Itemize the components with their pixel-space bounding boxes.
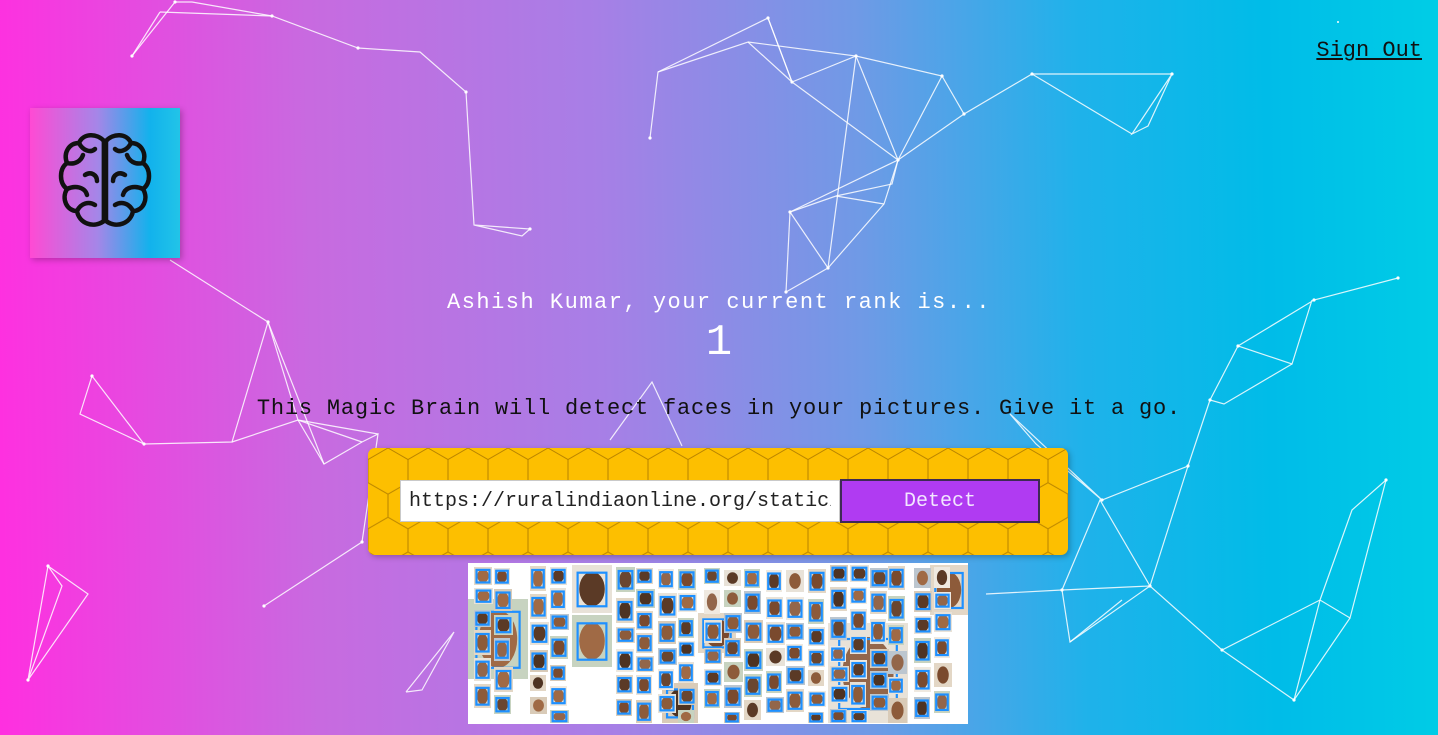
rank-value: 1 (705, 318, 733, 368)
detect-button[interactable]: Detect (840, 479, 1040, 523)
brain-icon (58, 133, 152, 227)
face-detection-image (468, 563, 968, 724)
sign-out-link[interactable]: Sign Out (1316, 38, 1422, 63)
top-nav: Sign Out (1316, 38, 1422, 63)
image-link-form: Detect (368, 448, 1068, 555)
face-mosaic (468, 565, 968, 723)
rank-message: Ashish Kumar, your current rank is... (447, 290, 991, 315)
image-url-input[interactable] (400, 480, 840, 522)
logo[interactable] (30, 108, 180, 258)
tagline: This Magic Brain will detect faces in yo… (256, 396, 1182, 421)
